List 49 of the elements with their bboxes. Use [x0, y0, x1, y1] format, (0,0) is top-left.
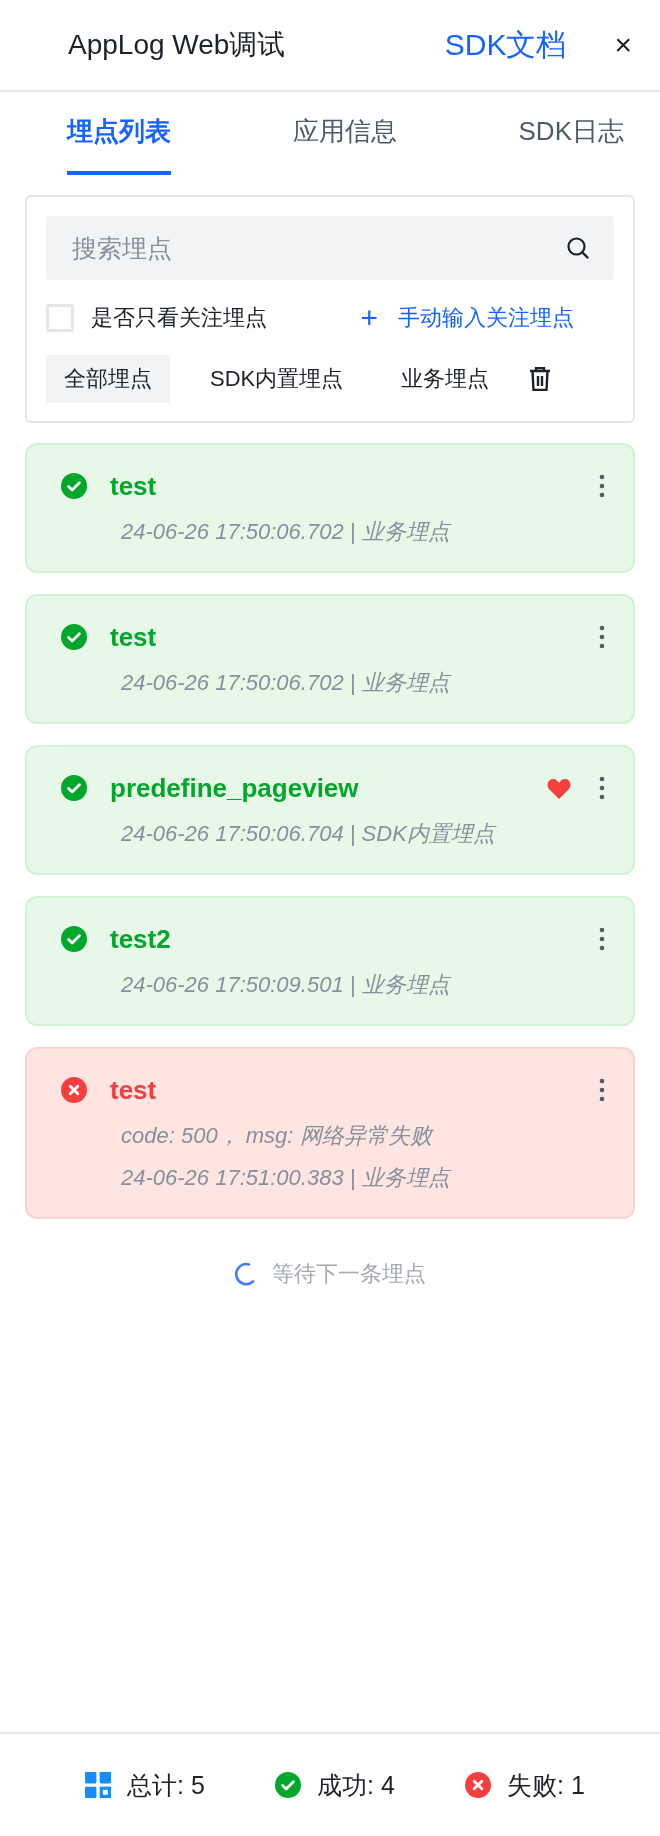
tab[interactable]: 埋点列表 — [67, 114, 171, 175]
category-filter-button[interactable]: 全部埋点 — [46, 355, 170, 403]
sdk-docs-link[interactable]: SDK文档 — [444, 24, 567, 66]
success-check-icon — [61, 926, 87, 952]
event-time-category: 24-06-26 17:50:06.702 | 业务埋点 — [121, 518, 453, 546]
stat-count: 成功: 4 — [317, 1769, 395, 1801]
event-name: test2 — [110, 923, 172, 955]
grid-icon — [85, 1772, 112, 1798]
close-button[interactable]: × — [614, 30, 632, 60]
more-icon[interactable] — [599, 927, 605, 951]
category-filter-button[interactable]: 业务埋点 — [383, 355, 508, 403]
stat-count: 总计: 5 — [127, 1769, 205, 1801]
event-card[interactable]: test code: 500， msg: 网络异常失败 24-06-26 17:51:00.383 | 业务埋点 — [25, 1047, 635, 1219]
waiting-status: 等待下一条埋点 — [272, 1260, 426, 1288]
event-time-category: 24-06-26 17:51:00.383 | 业务埋点 — [121, 1164, 453, 1192]
more-icon[interactable] — [599, 474, 605, 498]
event-time-category: 24-06-26 17:50:09.501 | 业务埋点 — [121, 971, 453, 999]
success-check-icon — [61, 624, 87, 650]
trash-icon[interactable] — [529, 367, 552, 391]
event-name: test — [110, 621, 158, 653]
event-time-category: 24-06-26 17:50:06.704 | SDK内置埋点 — [121, 820, 498, 848]
event-name: test — [110, 470, 158, 502]
checkbox[interactable] — [46, 304, 74, 332]
success-check-icon — [61, 473, 87, 499]
search-field[interactable]: 搜索埋点 — [46, 216, 614, 280]
tab[interactable]: 应用信息 — [292, 114, 397, 175]
event-time-category: 24-06-26 17:50:06.702 | 业务埋点 — [121, 669, 453, 697]
app-title: AppLog Web调试 — [68, 28, 287, 62]
add-followed-event-link[interactable]: + 手动输入关注埋点 — [360, 303, 574, 333]
stat-count: 失败: 1 — [507, 1769, 585, 1801]
success-check-icon — [275, 1772, 302, 1798]
success-check-icon — [61, 775, 87, 801]
search-icon[interactable] — [566, 236, 590, 260]
event-card[interactable]: predefine_pageview 24-06-26 17:50:06.704 | SDK内置埋点 — [25, 745, 635, 875]
more-icon[interactable] — [599, 776, 605, 800]
checkbox-label: 是否只看关注埋点 — [91, 304, 268, 332]
event-card[interactable]: test 24-06-26 17:50:06.702 | 业务埋点 — [25, 443, 635, 573]
event-name: test — [110, 1074, 158, 1106]
event-name: predefine_pageview — [110, 772, 360, 804]
event-card[interactable]: test2 24-06-26 17:50:09.501 | 业务埋点 — [25, 896, 635, 1026]
category-filter-button[interactable]: SDK内置埋点 — [192, 355, 362, 403]
tab[interactable]: SDK日志 — [518, 114, 624, 175]
event-card[interactable]: test 24-06-26 17:50:06.702 | 业务埋点 — [25, 594, 635, 724]
more-icon[interactable] — [599, 1078, 605, 1102]
error-cross-icon — [465, 1772, 492, 1798]
more-icon[interactable] — [599, 625, 605, 649]
heart-icon[interactable] — [547, 777, 571, 799]
error-cross-icon — [61, 1077, 87, 1103]
error-message: code: 500， msg: 网络异常失败 — [121, 1122, 435, 1150]
